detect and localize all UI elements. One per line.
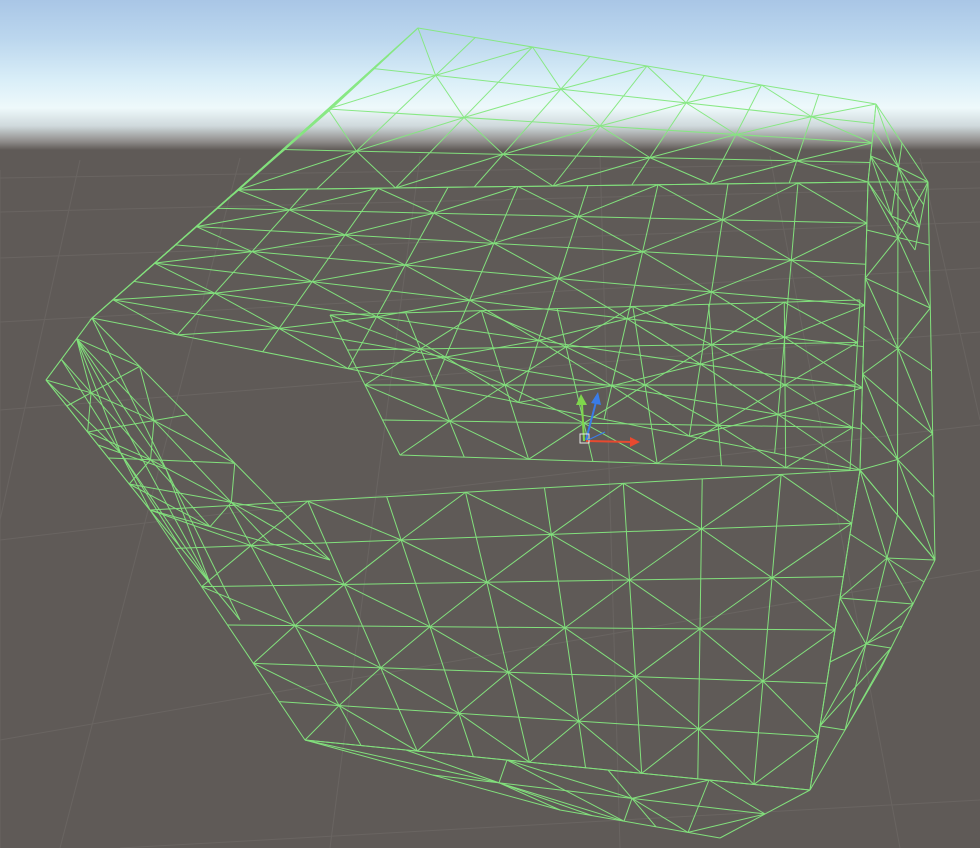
x-axis-handle[interactable] — [585, 437, 640, 447]
transform-gizmo[interactable] — [0, 0, 980, 848]
z-axis-handle[interactable] — [585, 392, 601, 441]
scene-viewport[interactable] — [0, 0, 980, 848]
